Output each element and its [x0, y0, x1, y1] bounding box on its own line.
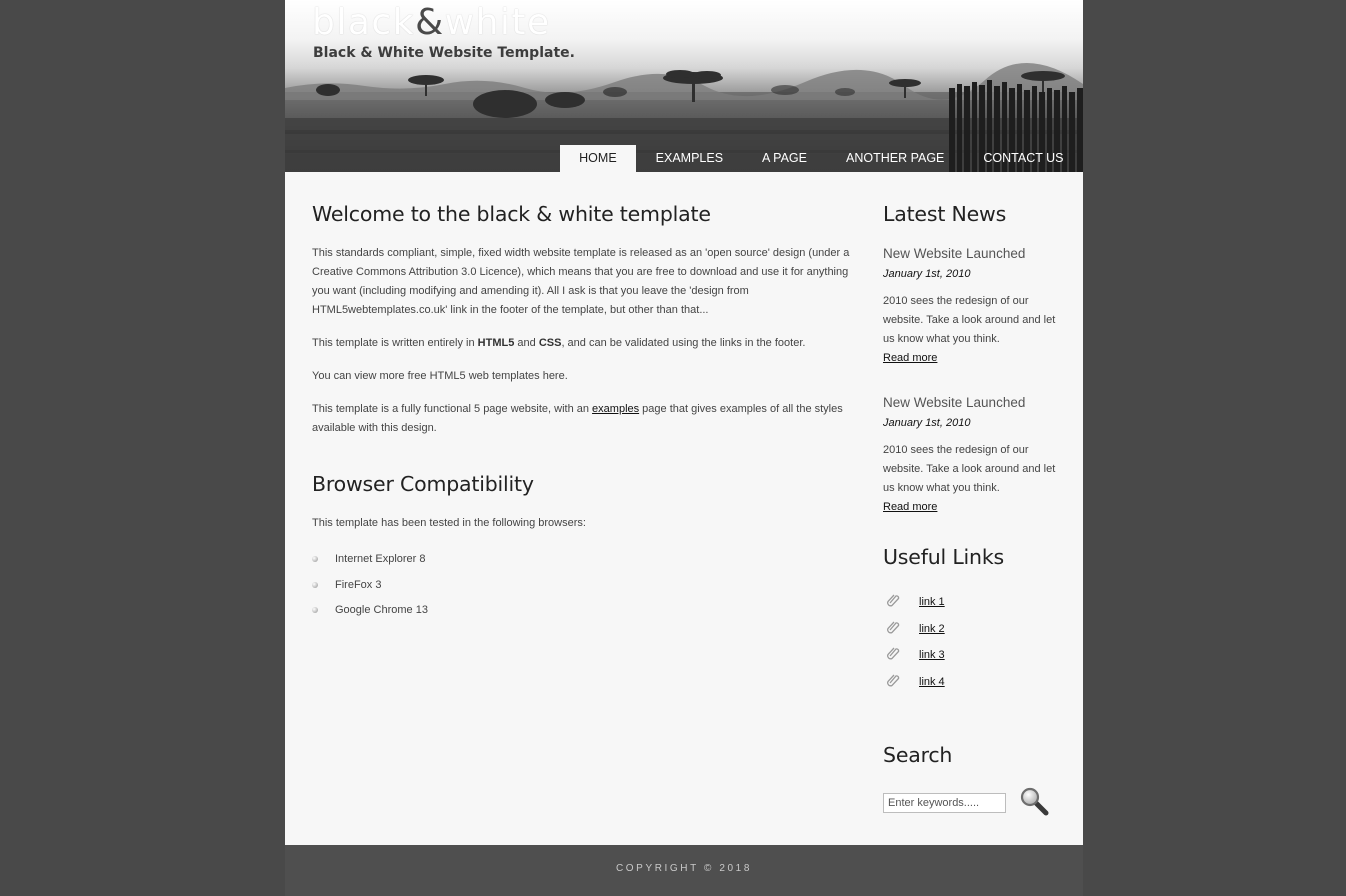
- useful-link-item: link 1: [883, 589, 1063, 616]
- search-input[interactable]: [883, 793, 1006, 813]
- useful-link-item: link 3: [883, 642, 1063, 669]
- examples-text-start: This template is a fully functional 5 pa…: [312, 403, 593, 415]
- browser-name: Google Chrome 13: [335, 604, 428, 616]
- useful-link[interactable]: link 3: [919, 649, 945, 661]
- magnifier-icon[interactable]: [1019, 786, 1051, 818]
- technology-paragraph: This template is written entirely in HTM…: [312, 334, 852, 353]
- browser-list: Internet Explorer 8 FireFox 3 Google Chr…: [312, 547, 852, 624]
- site-logo[interactable]: black&white: [312, 2, 551, 43]
- browser-tested-paragraph: This template has been tested in the fol…: [312, 517, 586, 529]
- read-more-link[interactable]: Read more: [883, 349, 1063, 368]
- paperclip-icon: [887, 594, 900, 607]
- logo-ampersand: &: [415, 2, 445, 43]
- useful-link-item: link 2: [883, 616, 1063, 643]
- css-bold-text: CSS: [538, 337, 562, 349]
- news-title: New Website Launched: [883, 246, 1026, 261]
- useful-link[interactable]: link 4: [919, 676, 945, 688]
- logo-text-black: black: [312, 2, 416, 43]
- main-content: Welcome to the black & white template Th…: [312, 202, 852, 624]
- menu-item-a-page[interactable]: A PAGE: [743, 145, 827, 172]
- site-tagline: Black & White Website Template.: [313, 45, 575, 61]
- technology-text-start: This template is written entirely in: [312, 337, 478, 349]
- sidebar: Latest News New Website Launched January…: [883, 202, 1063, 816]
- paperclip-icon: [887, 674, 900, 687]
- logo-text-white: white: [444, 2, 551, 43]
- news-text: 2010 sees the redesign of our website. T…: [883, 295, 1056, 345]
- browser-list-item: Internet Explorer 8: [312, 547, 852, 573]
- browser-compat-heading: Browser Compatibility: [312, 472, 534, 496]
- useful-link[interactable]: link 1: [919, 596, 945, 608]
- news-item: New Website Launched January 1st, 2010 2…: [883, 394, 1063, 517]
- more-templates-paragraph: You can view more free HTML5 web templat…: [312, 370, 568, 382]
- news-date: January 1st, 2010: [883, 268, 971, 280]
- technology-text-and: and: [514, 337, 539, 349]
- menu-item-another-page[interactable]: ANOTHER PAGE: [826, 145, 963, 172]
- main-heading: Welcome to the black & white template: [312, 202, 711, 226]
- footer: COPYRIGHT © 2018: [285, 845, 1083, 896]
- bullet-icon: [312, 581, 318, 588]
- main-menu: HOME EXAMPLES A PAGE ANOTHER PAGE CONTAC…: [559, 145, 1083, 172]
- useful-links-list: link 1 link 2 link 3 link 4: [883, 589, 1063, 696]
- browser-name: FireFox 3: [335, 578, 382, 591]
- useful-links-heading: Useful Links: [883, 545, 1004, 569]
- bullet-icon: [312, 556, 318, 562]
- examples-link[interactable]: examples: [592, 403, 639, 415]
- examples-paragraph: This template is a fully functional 5 pa…: [312, 400, 852, 438]
- copyright-text: COPYRIGHT © 2018: [615, 863, 753, 874]
- browser-list-item: Google Chrome 13: [312, 598, 852, 624]
- paperclip-icon: [887, 621, 900, 634]
- menu-item-home[interactable]: HOME: [559, 145, 637, 172]
- html5-bold-text: HTML5: [477, 337, 515, 349]
- browser-name: Internet Explorer 8: [335, 553, 426, 565]
- search-form: [883, 786, 1063, 820]
- menu-item-contact-us[interactable]: CONTACT US: [964, 145, 1083, 172]
- latest-news-heading: Latest News: [883, 202, 1007, 226]
- useful-link[interactable]: link 2: [919, 623, 945, 635]
- news-title: New Website Launched: [883, 395, 1026, 410]
- site-content: Welcome to the black & white template Th…: [285, 172, 1083, 845]
- intro-paragraph: This standards compliant, simple, fixed …: [312, 247, 850, 316]
- news-item: New Website Launched January 1st, 2010 2…: [883, 245, 1063, 368]
- useful-link-item: link 4: [883, 669, 1063, 696]
- browser-list-item: FireFox 3: [312, 573, 852, 599]
- search-heading: Search: [883, 743, 953, 767]
- header-banner: black&white Black & White Website Templa…: [285, 0, 1083, 172]
- menu-item-examples[interactable]: EXAMPLES: [636, 145, 742, 172]
- page-wrapper: black&white Black & White Website Templa…: [285, 0, 1083, 896]
- bullet-icon: [312, 607, 318, 613]
- read-more-link[interactable]: Read more: [883, 498, 1063, 517]
- news-date: January 1st, 2010: [883, 417, 971, 429]
- news-text: 2010 sees the redesign of our website. T…: [883, 444, 1056, 494]
- paperclip-icon: [887, 647, 900, 660]
- technology-text-end: , and can be validated using the links i…: [561, 337, 806, 349]
